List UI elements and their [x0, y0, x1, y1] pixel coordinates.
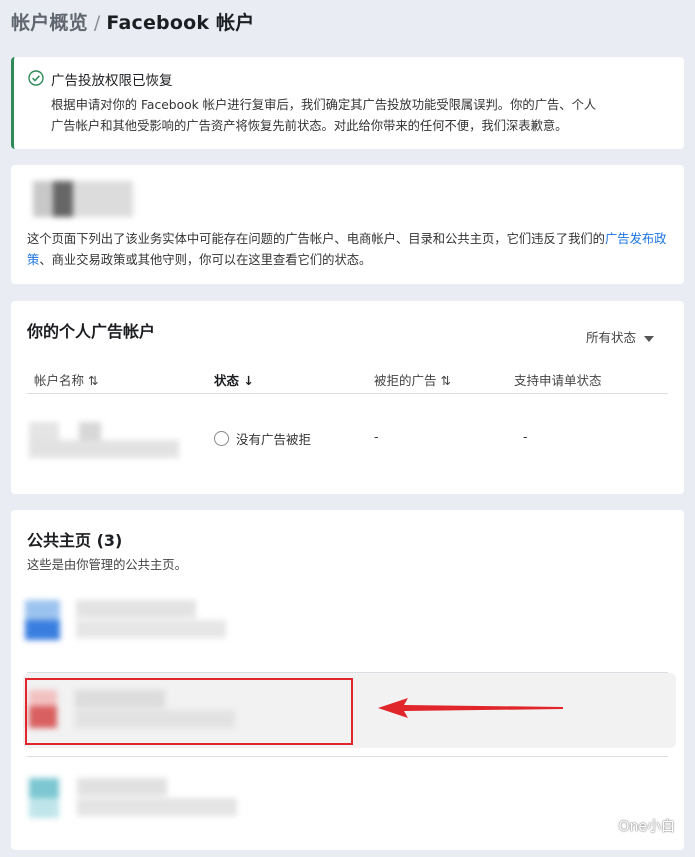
intro-text-after: 、商业交易政策或其他守则，你可以在这里查看它们的状态。 [39, 253, 372, 267]
banner-body: 根据申请对你的 Facebook 帐户进行复审后，我们确定其广告投放功能受限属误… [51, 95, 671, 137]
section-title: 公共主页 (3) [27, 531, 123, 550]
banner-title: 广告投放权限已恢复 [51, 73, 173, 89]
intro-text-before: 这个页面下列出了该业务实体中可能存在问题的广告帐户、电商帐户、目录和公共主页，它… [27, 232, 605, 246]
banner-line-1: 根据申请对你的 Facebook 帐户进行复审后，我们确定其广告投放功能受限属误… [51, 98, 597, 112]
restore-notice-banner: 广告投放权限已恢复 根据申请对你的 Facebook 帐户进行复审后，我们确定其… [11, 57, 684, 149]
breadcrumb-separator: / [93, 12, 101, 34]
annotation-arrow-icon [378, 698, 563, 718]
breadcrumb: 帐户概览 / Facebook 帐户 [11, 8, 254, 35]
column-header-status[interactable]: 状态 ↓ [214, 370, 254, 389]
banner-line-2: 广告帐户和其他受影响的广告资产将恢复先前状态。对此给你带来的任何不便，我们深表歉… [51, 119, 568, 133]
divider [27, 393, 668, 394]
watermark: One小白 [618, 819, 675, 835]
intro-text: 这个页面下列出了该业务实体中可能存在问题的广告帐户、电商帐户、目录和公共主页，它… [27, 229, 677, 271]
column-header-appeal: 支持申请单状态 [514, 373, 602, 388]
chevron-down-icon [644, 335, 654, 342]
blurred-page-item-3[interactable] [25, 774, 245, 824]
blurred-account-name[interactable] [27, 416, 182, 460]
status-radio-icon [214, 431, 229, 446]
check-circle-icon [28, 70, 44, 86]
breadcrumb-parent[interactable]: 帐户概览 [11, 12, 88, 34]
account-status: 没有广告被拒 [214, 429, 311, 448]
blurred-business-avatar [25, 177, 135, 221]
status-filter-label: 所有状态 [585, 330, 636, 345]
personal-ad-accounts-card: 你的个人广告帐户 所有状态 帐户名称 ⇅ 状态 ↓ 被拒的广告 ⇅ 支持申请单状… [11, 301, 684, 494]
annotation-highlight-box [25, 678, 353, 745]
column-header-rejected[interactable]: 被拒的广告 ⇅ [374, 370, 451, 389]
account-rejected-count: - [374, 429, 379, 444]
column-header-status-label: 状态 ↓ [214, 373, 254, 388]
section-subtitle: 这些是由你管理的公共主页。 [27, 558, 187, 572]
business-intro-card: 这个页面下列出了该业务实体中可能存在问题的广告帐户、电商帐户、目录和公共主页，它… [11, 165, 684, 284]
account-status-label: 没有广告被拒 [236, 432, 312, 447]
blurred-page-item-1[interactable] [21, 596, 236, 642]
account-appeal-status: - [523, 429, 528, 444]
status-filter-dropdown[interactable]: 所有状态 [586, 327, 654, 346]
page-title: Facebook 帐户 [106, 12, 255, 34]
column-header-name[interactable]: 帐户名称 ⇅ [34, 370, 98, 389]
section-title: 你的个人广告帐户 [27, 322, 156, 341]
divider [27, 756, 668, 757]
